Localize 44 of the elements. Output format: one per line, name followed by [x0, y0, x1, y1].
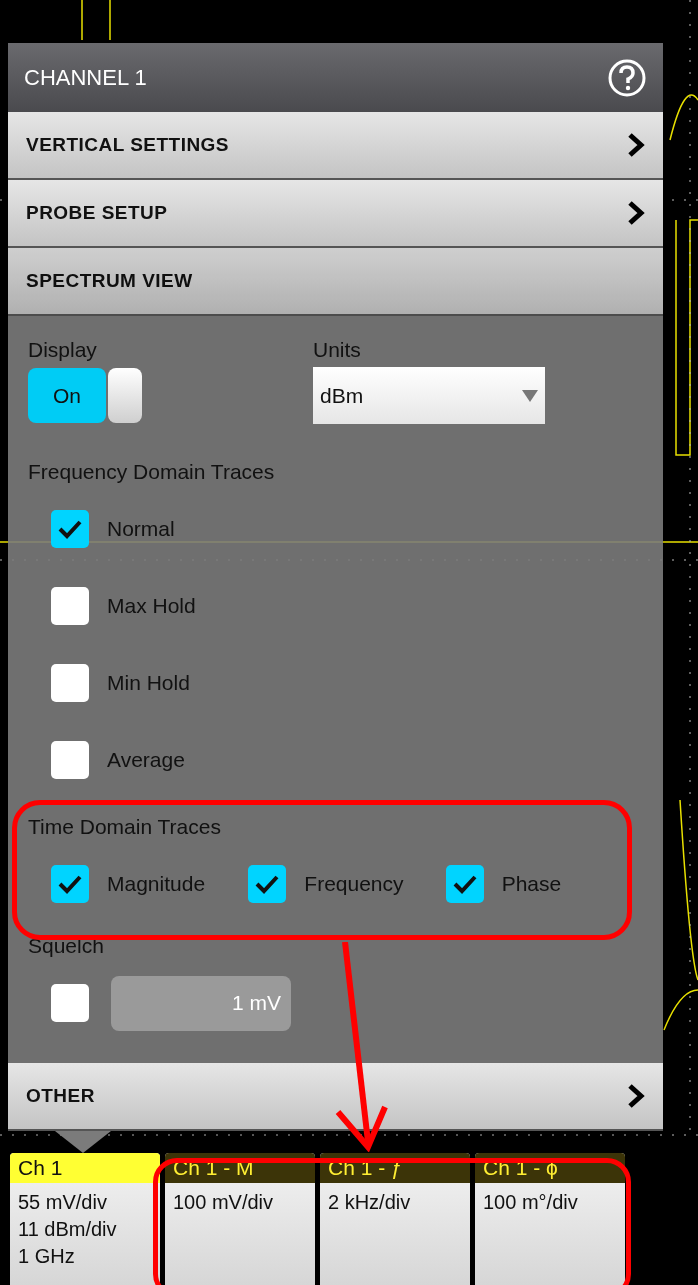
badge-reading: 1 GHz	[18, 1244, 76, 1269]
badge-reading: 100 mV/div	[173, 1190, 275, 1215]
channel-badge[interactable]: Ch 1 55 mV/div 11 dBm/div 1 GHz	[10, 1153, 160, 1285]
section-label: Time Domain Traces	[28, 813, 221, 840]
checkbox[interactable]	[445, 865, 484, 903]
checkmark-icon	[57, 518, 83, 540]
checkbox[interactable]	[248, 865, 287, 903]
section-label: Frequency Domain Traces	[28, 459, 275, 485]
checkbox-label: Normal	[107, 516, 175, 543]
panel-title: CHANNEL 1	[24, 64, 147, 92]
checkmark-icon	[57, 873, 83, 895]
section-label: Squelch	[28, 933, 104, 959]
checkbox-label: Average	[107, 747, 185, 774]
badge-reading: 11 dBm/div	[18, 1217, 118, 1242]
section-header[interactable]: PROBE SETUP	[8, 180, 663, 248]
checkmark-icon	[451, 873, 478, 895]
checkbox[interactable]	[51, 587, 89, 625]
badge-title: Ch 1	[10, 1153, 160, 1183]
section-header[interactable]: VERTICAL SETTINGS	[8, 112, 663, 180]
section-header[interactable]: OTHER	[8, 1063, 663, 1131]
checkbox[interactable]	[51, 664, 89, 702]
badge-reading: 100 m°/div	[483, 1190, 579, 1215]
section-header[interactable]: SPECTRUM VIEW	[8, 248, 663, 316]
badge-reading: 2 kHz/div	[328, 1190, 412, 1215]
checkmark-icon	[254, 873, 281, 895]
checkbox-label: Magnitude	[107, 871, 206, 898]
checkbox[interactable]	[51, 865, 89, 903]
dropdown-arrow-icon	[522, 389, 538, 402]
checkbox[interactable]	[51, 510, 89, 548]
checkbox-label: Min Hold	[107, 670, 190, 697]
badge-reading: 55 mV/div	[18, 1190, 108, 1215]
chevron-right-icon	[627, 1083, 645, 1109]
field-label: Units	[313, 337, 362, 363]
checkbox[interactable]	[51, 984, 89, 1022]
checkbox[interactable]	[51, 741, 89, 779]
units-dropdown[interactable]: dBm	[313, 367, 545, 424]
help-icon[interactable]	[607, 57, 647, 98]
checkbox-label: Frequency	[304, 871, 404, 898]
chevron-right-icon	[627, 200, 645, 226]
checkbox-label: Max Hold	[107, 593, 196, 620]
field-label: Display	[28, 337, 98, 363]
pointer-icon	[55, 1131, 111, 1153]
checkbox-label: Phase	[501, 871, 562, 898]
chevron-right-icon	[627, 132, 645, 158]
